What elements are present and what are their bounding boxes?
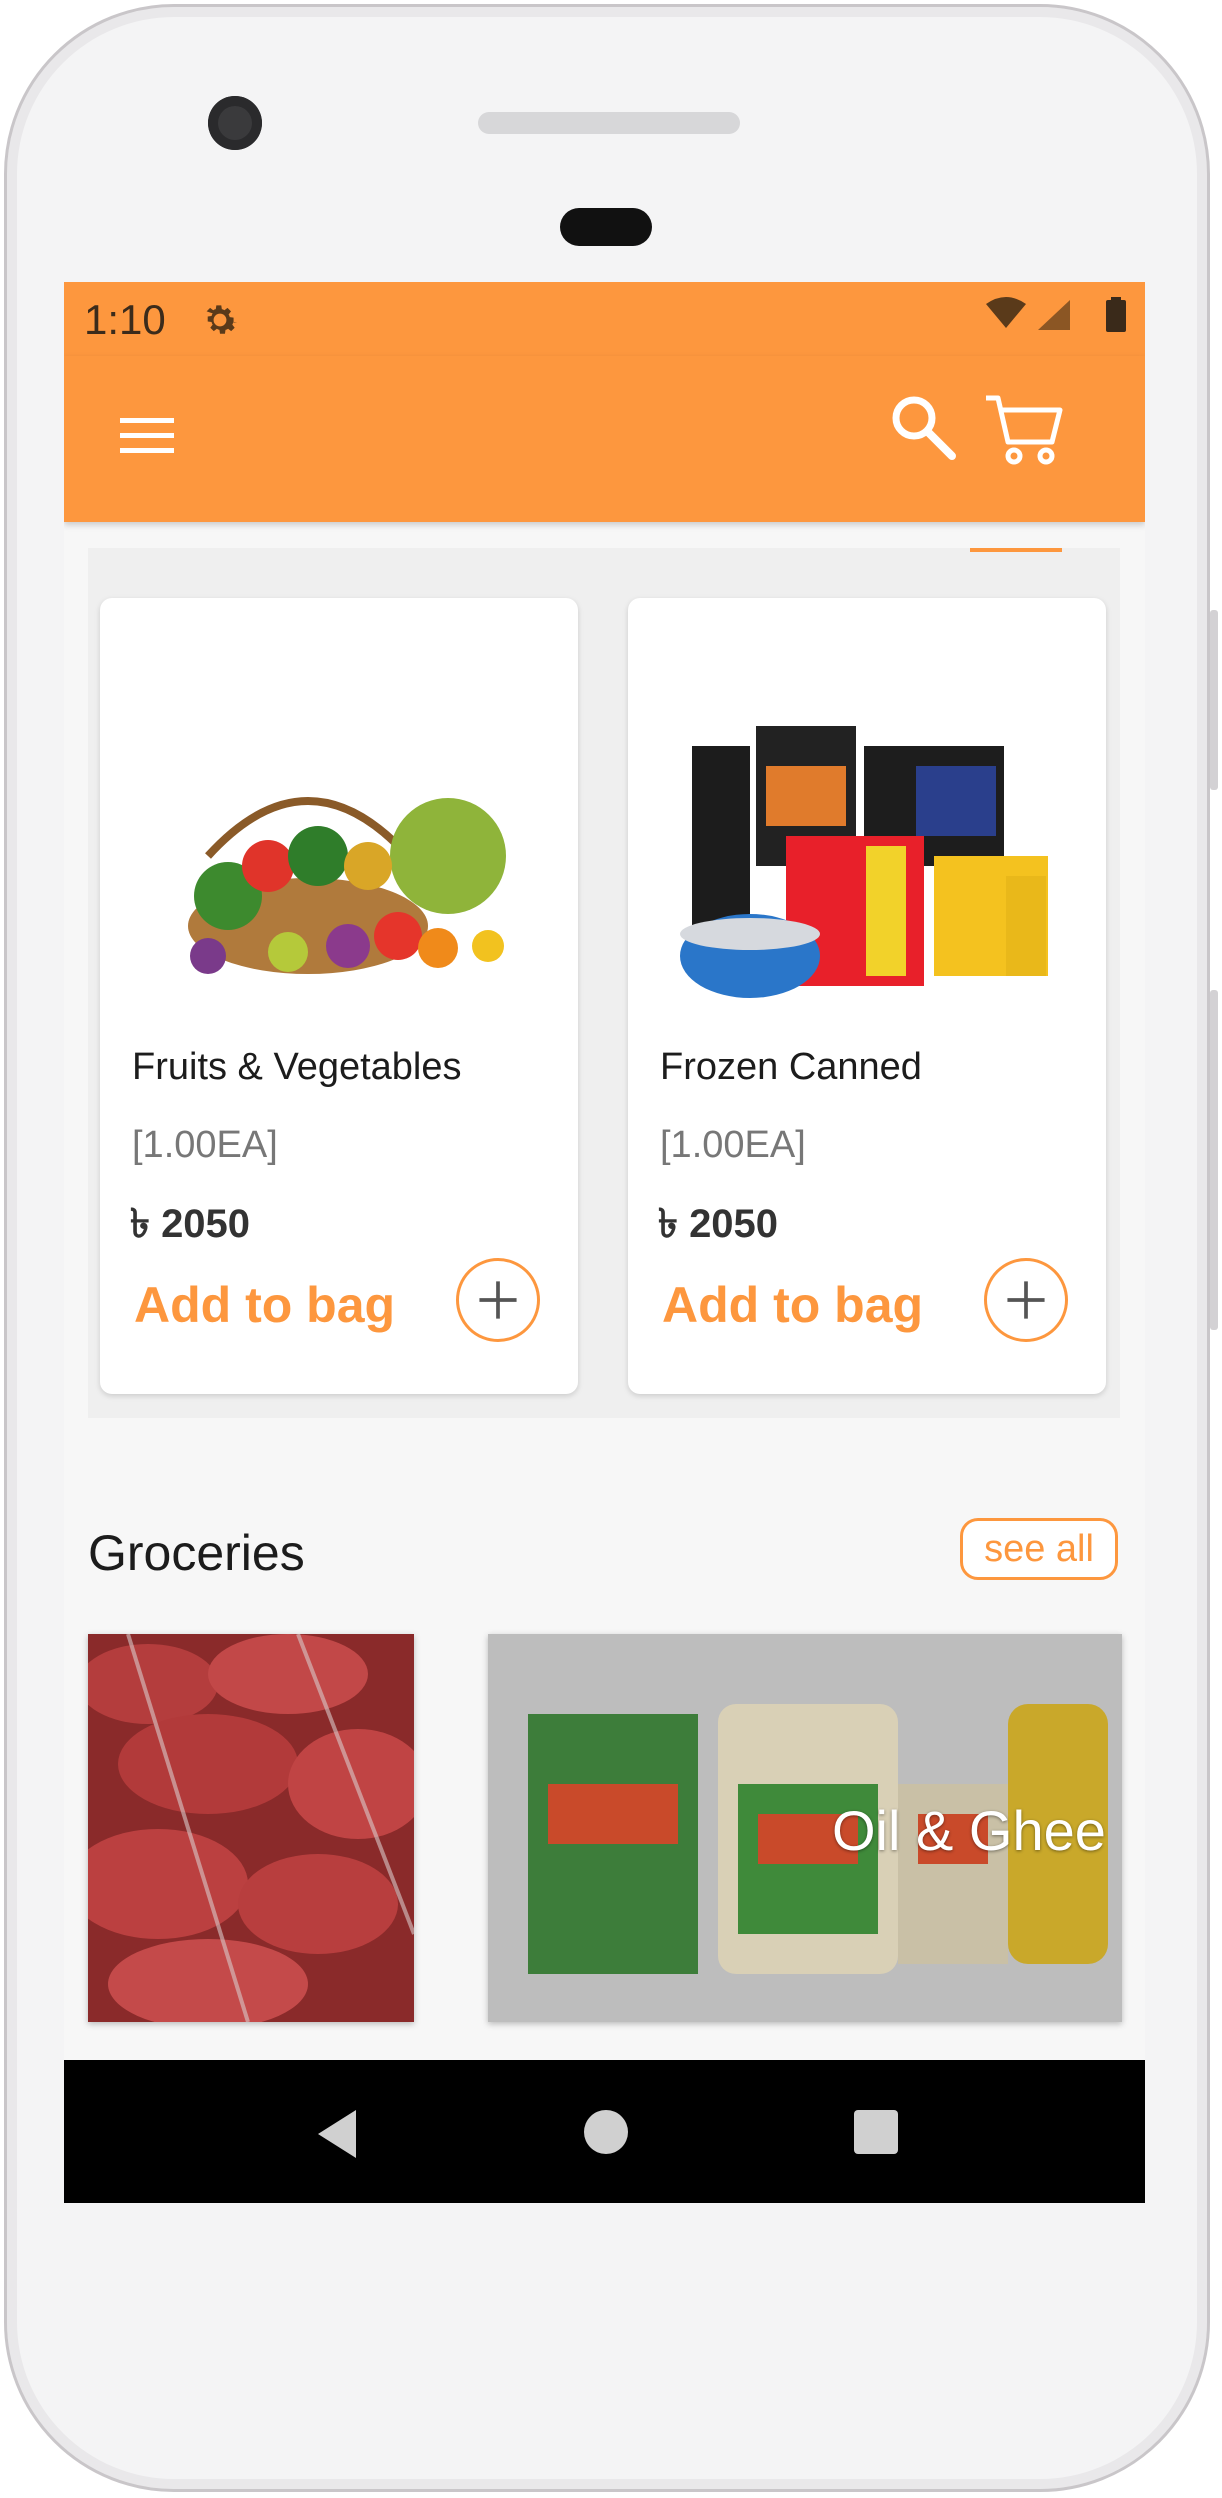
app-bar	[64, 356, 1145, 522]
product-price: ৳ 2050	[658, 1192, 778, 1259]
currency-symbol: ৳	[658, 1202, 678, 1246]
currency-symbol: ৳	[130, 1202, 150, 1246]
wifi-icon	[986, 297, 1026, 328]
see-all-button[interactable]: see all	[960, 1518, 1118, 1580]
carousel-indicator	[970, 548, 1062, 552]
back-icon[interactable]	[308, 2104, 368, 2164]
meat-image	[88, 1634, 414, 2022]
menu-icon[interactable]	[116, 404, 178, 466]
plus-icon[interactable]	[456, 1258, 540, 1342]
plus-icon[interactable]	[984, 1258, 1068, 1342]
earpiece-speaker	[478, 112, 740, 134]
fruits-vegetables-image	[188, 797, 506, 974]
search-icon[interactable]	[886, 390, 958, 462]
status-bar: 1:10	[64, 282, 1145, 356]
add-to-bag-button[interactable]: Add to bag	[134, 1276, 395, 1334]
product-price: ৳ 2050	[130, 1192, 250, 1259]
system-nav-bar	[64, 2060, 1145, 2203]
battery-icon	[1106, 300, 1126, 332]
add-to-bag-button[interactable]: Add to bag	[662, 1276, 923, 1334]
volume-button	[1210, 990, 1218, 1330]
status-time: 1:10	[84, 296, 166, 343]
cart-icon[interactable]	[982, 390, 1066, 470]
category-label: Oil & Ghee	[832, 1799, 1106, 1862]
home-icon[interactable]	[584, 2110, 628, 2154]
product-name: Frozen Canned	[660, 1046, 922, 1088]
price-value: 2050	[161, 1202, 251, 1246]
product-card[interactable]: Fruits & Vegetables [1.00EA] ৳ 2050 Add …	[100, 598, 578, 1394]
product-quantity: [1.00EA]	[660, 1124, 806, 1166]
product-name: Fruits & Vegetables	[132, 1046, 462, 1088]
product-card[interactable]: Frozen Canned [1.00EA] ৳ 2050 Add to bag	[628, 598, 1106, 1394]
signal-icon	[1038, 300, 1070, 330]
gear-icon	[206, 305, 238, 334]
category-tile-oil-ghee[interactable]: Oil & Ghee	[488, 1634, 1122, 2022]
status-icons	[986, 297, 1126, 332]
proximity-sensor	[560, 208, 652, 246]
power-button	[1210, 610, 1218, 790]
price-value: 2050	[689, 1202, 779, 1246]
front-camera	[208, 96, 262, 150]
category-tile-meat[interactable]	[88, 1634, 414, 2022]
screen: 1:10 Fruits & Vegetables [1.00EA] ৳ 2050…	[64, 282, 1145, 2203]
recent-apps-icon[interactable]	[854, 2110, 898, 2154]
section-title: Groceries	[88, 1525, 305, 1581]
product-quantity: [1.00EA]	[132, 1124, 278, 1166]
frozen-canned-image	[680, 726, 1048, 998]
